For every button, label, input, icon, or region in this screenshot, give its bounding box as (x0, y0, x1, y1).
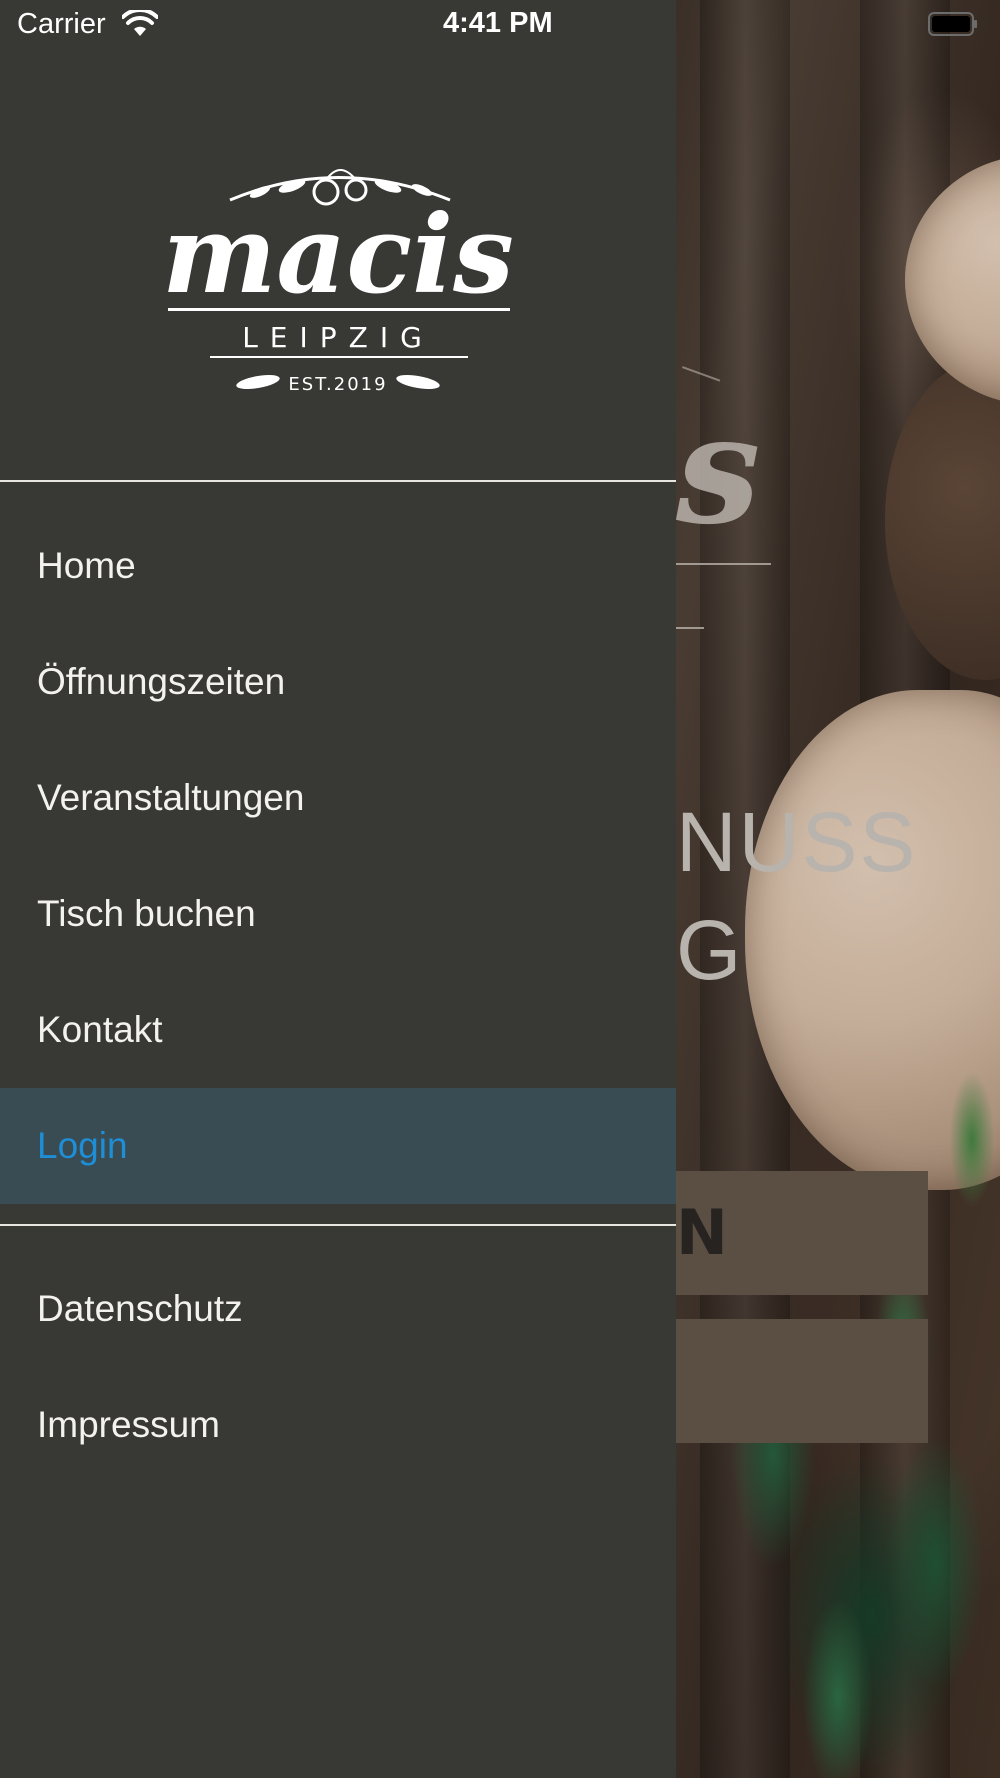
menu-item-opening-hours[interactable]: Öffnungszeiten (0, 624, 676, 740)
menu-item-label: Impressum (37, 1404, 220, 1445)
menu-item-events[interactable]: Veranstaltungen (0, 740, 676, 856)
background-tagline: NUSS (676, 795, 918, 889)
background-logo-line (676, 627, 704, 629)
app-screen: s NUSS G N Carrier 4:41 PM macis LEIPZIG… (0, 0, 1000, 1778)
menu-item-label: Login (37, 1125, 128, 1166)
background-primary-button[interactable]: N (676, 1171, 928, 1295)
plant-image (930, 1040, 1000, 1240)
wifi-icon (122, 10, 158, 36)
logo-established: EST.2019 (288, 374, 387, 395)
menu-item-label: Home (37, 545, 136, 586)
logo-city: LEIPZIG (242, 321, 434, 354)
carrier-label: Carrier (17, 8, 106, 40)
background-button-label: N (676, 1196, 728, 1269)
menu-item-label: Veranstaltungen (37, 777, 305, 818)
menu-item-home[interactable]: Home (0, 508, 676, 624)
menu-item-label: Öffnungszeiten (37, 661, 286, 702)
menu-item-privacy[interactable]: Datenschutz (0, 1251, 676, 1367)
status-bar: Carrier 4:41 PM (0, 0, 1000, 50)
menu-item-label: Datenschutz (37, 1288, 243, 1329)
background-secondary-button[interactable] (676, 1319, 928, 1443)
clock: 4:41 PM (443, 7, 553, 39)
menu-item-contact[interactable]: Kontakt (0, 972, 676, 1088)
navigation-drawer: macis LEIPZIG EST.2019 Home Öffnungszeit… (0, 0, 676, 1778)
background-logo-line (676, 563, 771, 565)
menu-divider (0, 480, 676, 482)
background-tagline: G (676, 903, 742, 997)
menu-divider (0, 1224, 676, 1226)
battery-icon (928, 12, 977, 36)
menu-item-login[interactable]: Login (0, 1088, 676, 1204)
menu-item-imprint[interactable]: Impressum (0, 1367, 676, 1483)
macis-logo: macis LEIPZIG EST.2019 (162, 169, 514, 395)
logo-wordmark: macis (162, 192, 514, 318)
menu-item-label: Kontakt (37, 1009, 163, 1050)
menu-item-label: Tisch buchen (37, 893, 256, 934)
menu-item-book-table[interactable]: Tisch buchen (0, 856, 676, 972)
background-logo-fragment: s (676, 382, 761, 558)
